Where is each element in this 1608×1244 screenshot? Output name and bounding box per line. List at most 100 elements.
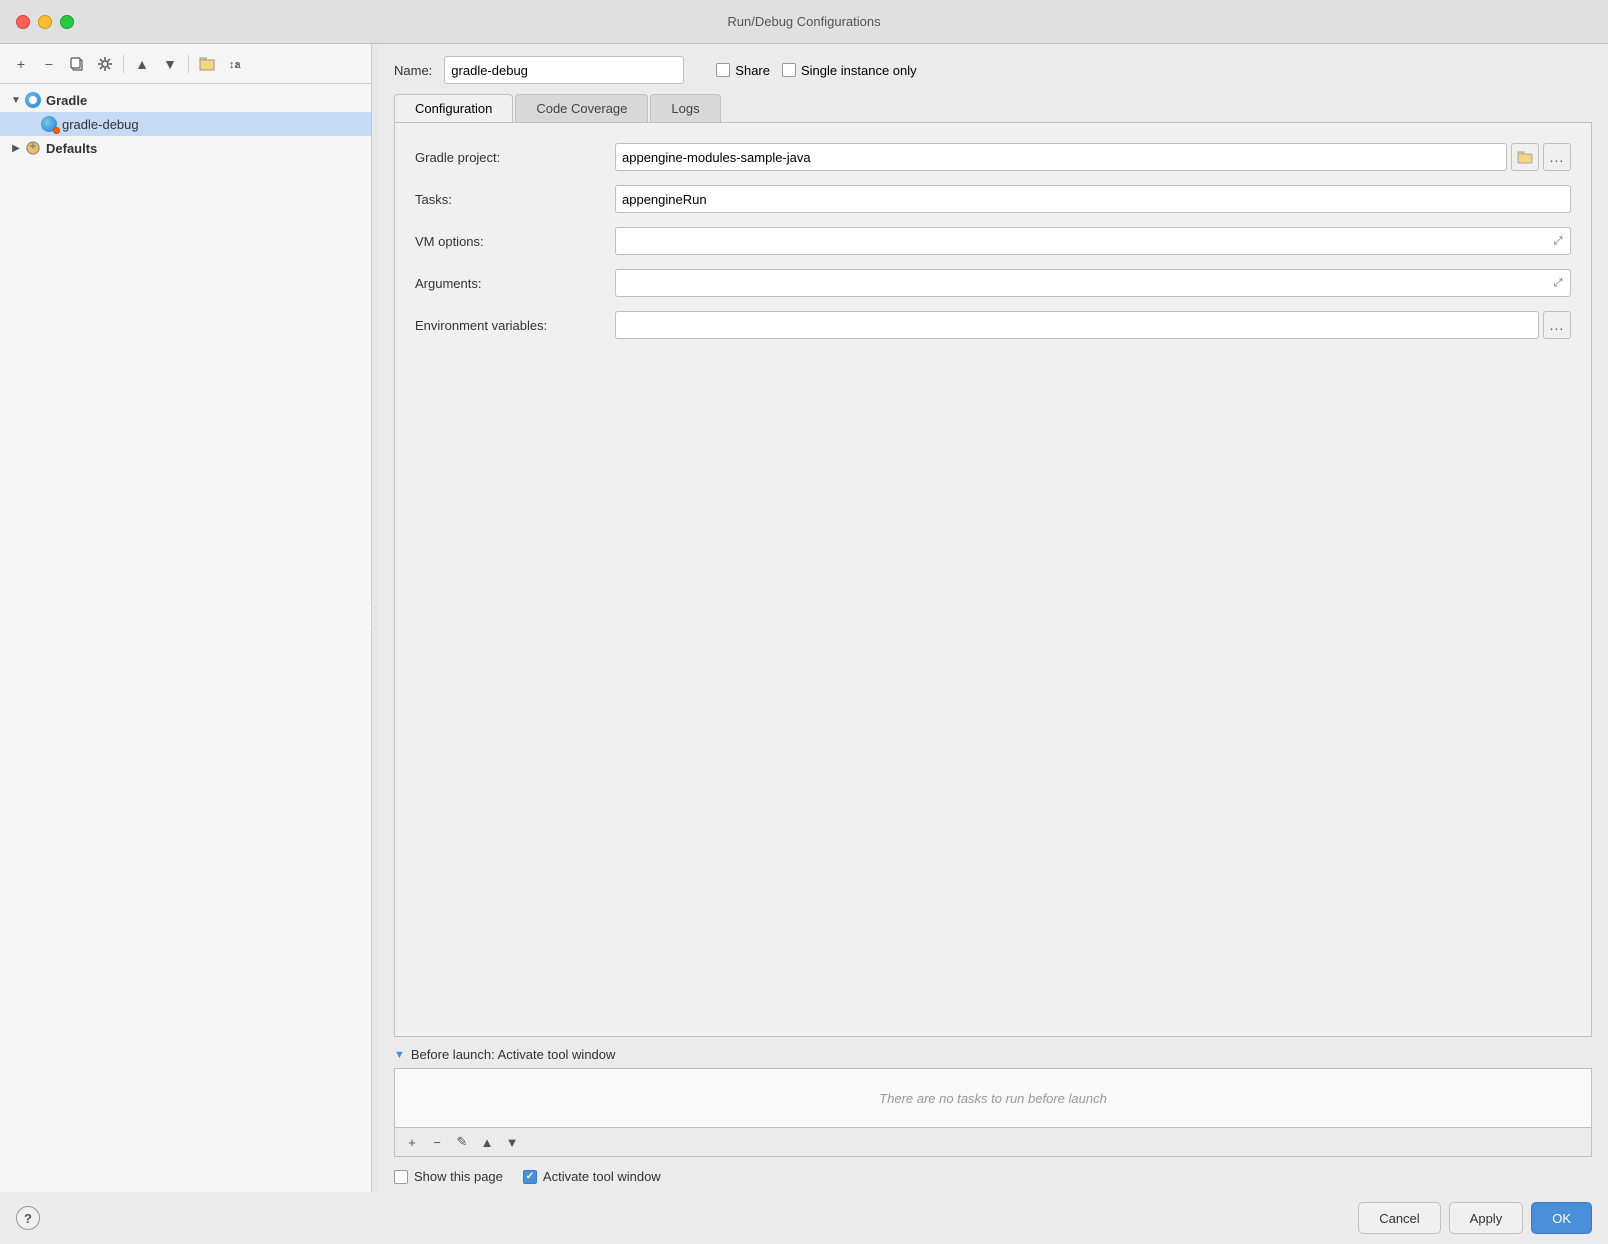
vm-options-row: VM options: ⤢ xyxy=(415,227,1571,255)
vm-options-label: VM options: xyxy=(415,234,615,249)
cancel-button[interactable]: Cancel xyxy=(1358,1202,1440,1234)
before-launch-add-btn[interactable]: + xyxy=(401,1131,423,1153)
remove-config-button[interactable]: − xyxy=(36,51,62,77)
activate-window-label: Activate tool window xyxy=(543,1169,661,1184)
tasks-input-wrapper xyxy=(615,185,1571,213)
arguments-label: Arguments: xyxy=(415,276,615,291)
toolbar-separator-1 xyxy=(123,55,124,73)
sort-button[interactable]: ↕a z xyxy=(222,51,248,77)
tasks-label: Tasks: xyxy=(415,192,615,207)
activate-window-option: Activate tool window xyxy=(523,1169,661,1184)
single-instance-group: Single instance only xyxy=(782,63,917,78)
defaults-arrow: ▶ xyxy=(8,140,24,156)
gradle-project-browse-btn[interactable] xyxy=(1511,143,1539,171)
name-input[interactable] xyxy=(444,56,684,84)
minimize-button[interactable] xyxy=(38,15,52,29)
before-launch-title: Before launch: Activate tool window xyxy=(411,1047,616,1062)
name-label: Name: xyxy=(394,63,432,78)
vm-options-expand-icon[interactable]: ⤢ xyxy=(1549,232,1567,250)
toolbar-separator-2 xyxy=(188,55,189,73)
share-group: Share xyxy=(716,63,770,78)
ok-button[interactable]: OK xyxy=(1531,1202,1592,1234)
show-page-option: Show this page xyxy=(394,1169,503,1184)
arguments-row: Arguments: ⤢ xyxy=(415,269,1571,297)
gradle-group-arrow: ▼ xyxy=(8,92,24,108)
folder-button[interactable] xyxy=(194,51,220,77)
gradle-group-icon xyxy=(24,91,42,109)
config-header: Name: Share Single instance only xyxy=(394,56,1592,84)
before-launch-edit-btn[interactable]: ✎ xyxy=(451,1131,473,1153)
activate-window-checkbox[interactable] xyxy=(523,1170,537,1184)
sort-icon: ↕a z xyxy=(227,56,243,72)
share-checkbox[interactable] xyxy=(716,63,730,77)
arguments-input-wrapper: ⤢ xyxy=(615,269,1571,297)
close-button[interactable] xyxy=(16,15,30,29)
apply-button[interactable]: Apply xyxy=(1449,1202,1524,1234)
maximize-button[interactable] xyxy=(60,15,74,29)
single-instance-label: Single instance only xyxy=(801,63,917,78)
copy-icon xyxy=(69,56,85,72)
arguments-expand-icon[interactable]: ⤢ xyxy=(1549,274,1567,292)
left-panel: + − xyxy=(0,44,372,1192)
env-vars-more-btn[interactable]: ... xyxy=(1543,311,1571,339)
gradle-project-label: Gradle project: xyxy=(415,150,615,165)
gradle-project-more-btn[interactable]: ... xyxy=(1543,143,1571,171)
env-vars-input-wrapper: ... xyxy=(615,311,1571,339)
tree-gradle-debug[interactable]: gradle-debug xyxy=(0,112,371,136)
defaults-icon xyxy=(24,139,42,157)
show-page-checkbox[interactable] xyxy=(394,1170,408,1184)
before-launch-section: ▼ Before launch: Activate tool window Th… xyxy=(394,1047,1592,1157)
tree-defaults[interactable]: ▶ Defaults xyxy=(0,136,371,160)
svg-text:z: z xyxy=(235,61,239,70)
before-launch-down-btn[interactable]: ▼ xyxy=(501,1131,523,1153)
tab-code-coverage[interactable]: Code Coverage xyxy=(515,94,648,122)
left-toolbar: + − xyxy=(0,44,371,84)
single-instance-checkbox[interactable] xyxy=(782,63,796,77)
configuration-panel: Gradle project: ... Tasks: xyxy=(394,123,1592,1037)
window-controls xyxy=(16,15,74,29)
arguments-input[interactable] xyxy=(615,269,1571,297)
window-title: Run/Debug Configurations xyxy=(727,14,880,29)
options-row: Show this page Activate tool window xyxy=(394,1157,1592,1192)
config-tree: ▼ Gradle gradle-debug xyxy=(0,84,371,1192)
before-launch-header: ▼ Before launch: Activate tool window xyxy=(394,1047,1592,1062)
move-down-button[interactable]: ▼ xyxy=(157,51,183,77)
copy-config-button[interactable] xyxy=(64,51,90,77)
before-launch-toolbar: + − ✎ ▲ ▼ xyxy=(394,1128,1592,1157)
action-buttons: Cancel Apply OK xyxy=(1358,1202,1592,1234)
vm-options-input-wrapper: ⤢ xyxy=(615,227,1571,255)
before-launch-empty-text: There are no tasks to run before launch xyxy=(879,1091,1107,1106)
gradle-group-label: Gradle xyxy=(46,93,87,108)
tree-gradle-group[interactable]: ▼ Gradle xyxy=(0,88,371,112)
add-config-button[interactable]: + xyxy=(8,51,34,77)
gradle-project-input[interactable] xyxy=(615,143,1507,171)
gradle-debug-spacer xyxy=(8,116,40,132)
before-launch-remove-btn[interactable]: − xyxy=(426,1131,448,1153)
before-launch-up-btn[interactable]: ▲ xyxy=(476,1131,498,1153)
show-page-label: Show this page xyxy=(414,1169,503,1184)
share-label: Share xyxy=(735,63,770,78)
env-vars-label: Environment variables: xyxy=(415,318,615,333)
gradle-debug-icon xyxy=(40,115,58,133)
gradle-project-input-wrapper: ... xyxy=(615,143,1571,171)
settings-config-button[interactable] xyxy=(92,51,118,77)
env-vars-input[interactable] xyxy=(615,311,1539,339)
folder-browse-icon xyxy=(1517,150,1533,164)
before-launch-list: There are no tasks to run before launch xyxy=(394,1068,1592,1128)
gradle-debug-label: gradle-debug xyxy=(62,117,139,132)
gradle-project-row: Gradle project: ... xyxy=(415,143,1571,171)
title-bar: Run/Debug Configurations xyxy=(0,0,1608,44)
config-tabs: Configuration Code Coverage Logs xyxy=(394,94,1592,123)
tasks-row: Tasks: xyxy=(415,185,1571,213)
folder-icon xyxy=(199,56,215,72)
defaults-label: Defaults xyxy=(46,141,97,156)
before-launch-collapse-icon[interactable]: ▼ xyxy=(394,1049,405,1061)
right-panel: Name: Share Single instance only Configu… xyxy=(378,44,1608,1192)
tab-logs[interactable]: Logs xyxy=(650,94,720,122)
settings-icon xyxy=(97,56,113,72)
vm-options-input[interactable] xyxy=(615,227,1571,255)
tasks-input[interactable] xyxy=(615,185,1571,213)
help-button[interactable]: ? xyxy=(16,1206,40,1230)
tab-configuration[interactable]: Configuration xyxy=(394,94,513,122)
move-up-button[interactable]: ▲ xyxy=(129,51,155,77)
